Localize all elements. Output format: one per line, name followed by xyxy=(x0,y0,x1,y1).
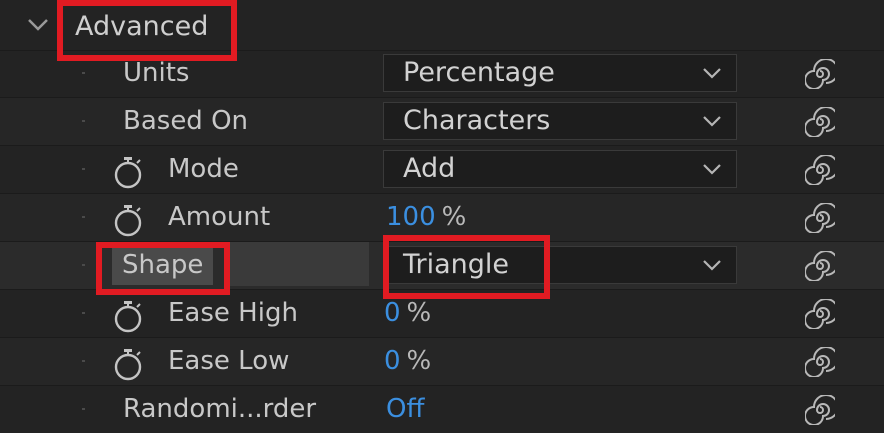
row-bullet xyxy=(82,360,85,362)
row-bullet xyxy=(82,216,85,218)
ease-low-number[interactable]: 0 xyxy=(384,346,401,376)
property-label-mode: Mode xyxy=(168,154,239,184)
advanced-section-title: Advanced xyxy=(75,11,209,42)
property-row-mode: Mode Add xyxy=(0,146,884,194)
expression-spiral-icon[interactable] xyxy=(805,59,835,89)
chevron-down-icon xyxy=(703,68,721,79)
ease-low-unit: % xyxy=(406,346,432,376)
row-bullet xyxy=(82,408,85,410)
shape-label-background xyxy=(230,242,369,286)
property-row-randomize-order: Randomi...rder Off xyxy=(0,386,884,433)
stopwatch-icon[interactable] xyxy=(112,156,144,190)
ease-high-number[interactable]: 0 xyxy=(384,298,401,328)
property-row-ease-high: Ease High 0% xyxy=(0,290,884,338)
property-row-shape: Shape Triangle xyxy=(0,242,884,290)
stopwatch-icon[interactable] xyxy=(112,204,144,238)
property-label-ease-high: Ease High xyxy=(168,298,298,328)
ease-low-value[interactable]: 0% xyxy=(384,338,431,385)
ease-high-unit: % xyxy=(406,298,432,328)
chevron-down-icon xyxy=(703,116,721,127)
units-dropdown[interactable]: Percentage xyxy=(383,54,737,92)
property-label-units: Units xyxy=(123,58,190,88)
effect-controls-panel: Advanced Units Percentage Based On Chara… xyxy=(0,0,884,433)
shape-dropdown-value: Triangle xyxy=(403,249,510,280)
mode-dropdown-value: Add xyxy=(403,153,456,184)
chevron-down-icon xyxy=(703,260,721,271)
stopwatch-icon[interactable] xyxy=(112,300,144,334)
row-bullet xyxy=(82,312,85,314)
randomize-order-toggle[interactable]: Off xyxy=(386,394,424,424)
units-dropdown-value: Percentage xyxy=(403,57,555,88)
shape-dropdown[interactable]: Triangle xyxy=(383,246,737,284)
expression-spiral-icon[interactable] xyxy=(805,107,835,137)
ease-high-value[interactable]: 0% xyxy=(384,290,431,337)
row-bullet xyxy=(82,168,85,170)
advanced-section-header[interactable]: Advanced xyxy=(0,0,884,51)
property-label-based-on: Based On xyxy=(123,106,249,136)
based-on-dropdown[interactable]: Characters xyxy=(383,102,737,140)
amount-value[interactable]: 100% xyxy=(386,194,466,241)
property-label-randomize-order: Randomi...rder xyxy=(123,394,317,424)
amount-unit: % xyxy=(441,202,467,232)
property-label-ease-low: Ease Low xyxy=(168,346,290,376)
chevron-down-icon xyxy=(703,164,721,175)
expression-spiral-icon[interactable] xyxy=(805,203,835,233)
expression-spiral-icon[interactable] xyxy=(805,299,835,329)
row-bullet xyxy=(82,120,85,122)
property-row-units: Units Percentage xyxy=(0,50,884,98)
expression-spiral-icon[interactable] xyxy=(805,395,835,425)
stopwatch-icon[interactable] xyxy=(112,348,144,382)
expression-spiral-icon[interactable] xyxy=(805,251,835,281)
mode-dropdown[interactable]: Add xyxy=(383,150,737,188)
chevron-down-icon[interactable] xyxy=(27,18,49,32)
amount-number[interactable]: 100 xyxy=(386,202,436,232)
property-label-amount: Amount xyxy=(168,202,271,232)
property-row-amount: Amount 100% xyxy=(0,194,884,242)
randomize-order-value[interactable]: Off xyxy=(386,386,424,433)
expression-spiral-icon[interactable] xyxy=(805,347,835,377)
row-bullet xyxy=(82,264,85,266)
property-row-based-on: Based On Characters xyxy=(0,98,884,146)
property-label-shape: Shape xyxy=(112,245,214,285)
property-row-ease-low: Ease Low 0% xyxy=(0,338,884,386)
based-on-dropdown-value: Characters xyxy=(403,105,551,136)
expression-spiral-icon[interactable] xyxy=(805,155,835,185)
row-bullet xyxy=(82,72,85,74)
